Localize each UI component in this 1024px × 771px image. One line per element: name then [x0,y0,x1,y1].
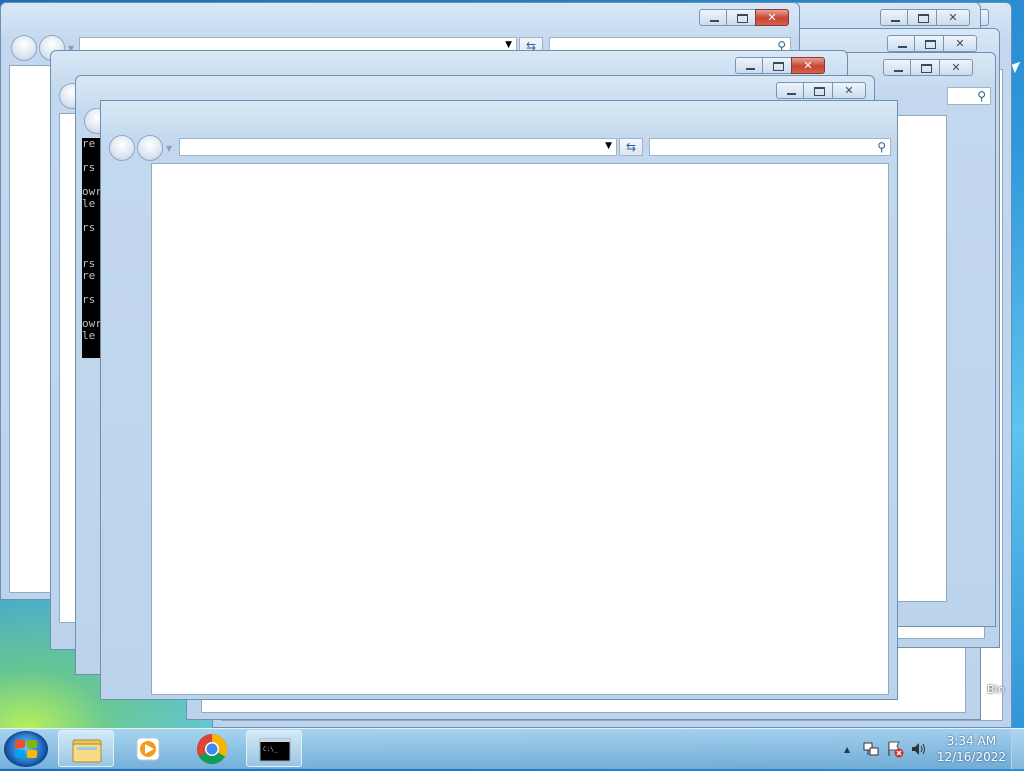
taskbar-windows-explorer[interactable] [58,730,114,767]
close-button[interactable] [755,9,789,26]
search-icon: ⚲ [977,89,986,103]
address-dropdown-icon[interactable]: ▼ [605,141,612,151]
window-controls [699,9,789,26]
navigation-buttons: ▼ [109,135,172,161]
close-button[interactable] [791,57,825,74]
maximize-button[interactable] [910,59,940,76]
minimize-button[interactable] [887,35,915,52]
chrome-icon [196,734,228,765]
windows-logo-icon [15,740,37,758]
minimize-button[interactable] [735,57,763,74]
minimize-button[interactable] [883,59,911,76]
window-controls [735,57,825,74]
forward-button[interactable] [137,135,163,161]
close-button[interactable] [939,59,973,76]
taskbar-clock[interactable]: 3:34 AM 12/16/2022 [937,733,1006,765]
minimize-button[interactable] [776,82,804,99]
clock-date: 12/16/2022 [936,750,1006,764]
window-controls [776,82,866,99]
minimize-button[interactable] [880,9,908,26]
minimize-button[interactable] [699,9,727,26]
maximize-button[interactable] [914,35,944,52]
cmd-icon: C:\_ [259,738,291,762]
maximize-button[interactable] [762,57,792,74]
clock-time: 3:34 AM [946,734,997,748]
recent-pages-dropdown[interactable]: ▼ [166,144,172,153]
show-hidden-icons-button[interactable]: ▲ [844,745,850,754]
window-controls [880,9,970,26]
close-button[interactable] [832,82,866,99]
window-content [151,163,889,695]
taskbar-media-player[interactable] [120,730,176,767]
back-button[interactable] [11,35,37,61]
taskbar-chrome[interactable] [184,730,240,767]
search-box[interactable]: ⚲ [947,87,991,105]
network-icon[interactable] [862,740,880,758]
volume-icon[interactable] [910,740,928,758]
address-bar[interactable]: ▼ [179,138,617,156]
search-icon: ⚲ [877,140,886,154]
show-desktop-button[interactable] [1011,729,1024,769]
notification-area: ▲ [844,729,928,769]
start-button[interactable] [4,731,48,767]
folder-icon [72,739,102,763]
address-dropdown-icon[interactable]: ▼ [505,40,512,50]
explorer-window-front[interactable]: ▼ ▼ ⇆ ⚲ [100,100,898,700]
search-box[interactable]: ⚲ [649,138,891,156]
close-button[interactable] [936,9,970,26]
maximize-button[interactable] [803,82,833,99]
action-center-warning-icon[interactable] [886,740,904,758]
refresh-button[interactable]: ⇆ [619,138,643,156]
taskbar: C:\_ ▲ 3:34 AM 12/16/2022 [0,728,1024,769]
taskbar-command-prompt[interactable]: C:\_ [246,730,302,767]
close-button[interactable] [943,35,977,52]
back-button[interactable] [109,135,135,161]
maximize-button[interactable] [907,9,937,26]
maximize-button[interactable] [726,9,756,26]
mouse-cursor [1011,61,1024,74]
window-controls [883,59,973,76]
svg-text:C:\_: C:\_ [263,746,278,753]
window-controls [887,35,977,52]
media-player-icon [136,737,160,761]
recycle-bin-label[interactable]: Bin [987,683,1005,696]
